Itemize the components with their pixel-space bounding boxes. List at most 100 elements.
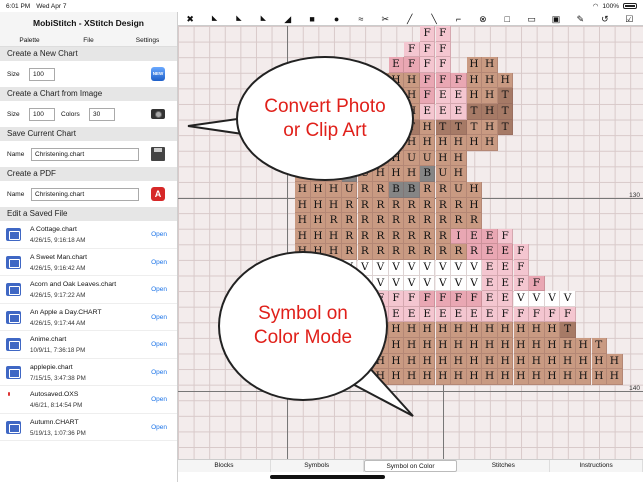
file-date: 4/6/21, 8:14:54 PM (30, 402, 83, 409)
file-name: A Cottage.chart (30, 226, 77, 233)
rotate-icon[interactable]: ↺ (593, 12, 617, 26)
save-row: Name Christening.chart (0, 141, 177, 167)
tab-file[interactable]: File (59, 34, 118, 46)
tab-settings[interactable]: Settings (118, 34, 177, 46)
tab-blocks[interactable]: Blocks (178, 460, 271, 472)
size-input[interactable]: 100 (29, 67, 55, 81)
pdf-icon[interactable]: A (151, 187, 165, 201)
chart-file-icon (6, 310, 21, 324)
file-name: applepie.chart (30, 363, 73, 371)
eyedropper-icon[interactable]: ✎ (568, 12, 592, 26)
open-file-button[interactable]: Open (151, 369, 167, 376)
floppy-disk-icon[interactable] (151, 147, 165, 161)
camera-icon[interactable] (151, 109, 165, 119)
file-list-item[interactable]: Acorn and Oak Leaves.chart 4/26/15, 9:17:… (0, 276, 177, 304)
diagonal-line-icon[interactable]: ╲ (422, 12, 446, 26)
arrow-icon[interactable]: ◣ (202, 12, 226, 26)
tab-symbols[interactable]: Symbols (271, 460, 364, 472)
battery-percent: 100% (602, 2, 619, 10)
file-list-item[interactable]: Anime.chart 10/9/11, 7:36:18 PM Open (0, 331, 177, 359)
file-list-item[interactable]: A Cottage.chart 4/26/15, 9:16:18 AM Open (0, 221, 177, 249)
new-chart-button[interactable]: NEW (151, 67, 165, 81)
chart-file-icon (6, 228, 21, 241)
symbol-mode-text: Symbol on Color Mode (253, 303, 353, 348)
eraser-icon[interactable]: ✂ (373, 12, 397, 26)
chart-file-icon (6, 283, 21, 296)
file-name: Acorn and Oak Leaves.chart (30, 281, 117, 288)
close-icon[interactable]: ✖ (178, 12, 202, 26)
image-icon[interactable]: ▣ (544, 12, 568, 26)
open-file-button[interactable]: Open (151, 259, 167, 266)
file-name: Autosaved.OXS (30, 391, 79, 398)
file-list-item[interactable]: Autumn.CHART 5/19/13, 1:07:36 PM Open (0, 414, 177, 441)
open-file-button[interactable]: Open (151, 314, 167, 321)
corner-icon[interactable]: ⌐ (446, 12, 470, 26)
tab-palette[interactable]: Palette (0, 34, 59, 46)
convert-photo-text: Convert Photo or Clip Art (264, 95, 386, 141)
chart-file-icon (6, 365, 21, 379)
check-icon[interactable]: ☑ (617, 12, 641, 26)
file-list-item[interactable]: An Apple a Day.CHART 4/26/15, 9:17:44 AM O… (0, 304, 177, 331)
arrow-icon[interactable]: ◣ (251, 12, 275, 26)
battery-icon (623, 3, 637, 9)
app-title: MobiStitch - XStitch Design (0, 12, 177, 34)
segment-control: Palette File Settings (0, 34, 177, 47)
open-file-button[interactable]: Open (151, 424, 167, 431)
stitch-chart[interactable]: 130 140 FFFFFEFFFHHHHHFFFHHHHHHFEEHHTHHH… (178, 26, 643, 459)
file-list-item[interactable]: applepie.chart 7/15/15, 3:47:38 PM Open (0, 359, 177, 386)
file-name: Anime.chart (30, 336, 67, 343)
save-header: Save Current Chart (0, 127, 177, 141)
save-name-input[interactable]: Christening.chart (31, 147, 139, 161)
arrow-icon[interactable]: ◣ (227, 12, 251, 26)
file-date: 4/26/15, 9:17:44 AM (30, 319, 86, 327)
convert-photo-bubble: Convert Photo or Clip Art (236, 56, 414, 181)
autosave-icon (8, 392, 12, 405)
file-list: A Cottage.chart 4/26/15, 9:16:18 AM Open A … (0, 221, 177, 441)
file-list-item[interactable]: Autosaved.OXS 4/6/21, 8:14:54 PM Open (0, 386, 177, 414)
tab-stitches[interactable]: Stitches (457, 460, 551, 472)
size-label: Size (7, 110, 20, 118)
line-icon[interactable]: ╱ (398, 12, 422, 26)
open-file-button[interactable]: Open (151, 231, 167, 238)
home-indicator (270, 475, 385, 479)
open-file-button[interactable]: Open (151, 341, 167, 348)
file-list-item[interactable]: A Sweet Man.chart 4/26/15, 9:16:42 AM Open (0, 249, 177, 276)
tab-symbol-on-color[interactable]: Symbol on Color (363, 460, 458, 472)
colors-input[interactable]: 30 (89, 107, 115, 121)
chart-file-icon (6, 420, 21, 434)
edit-header: Edit a Saved File (0, 207, 177, 221)
status-right: ◠ 100% (593, 2, 637, 10)
colors-label: Colors (61, 110, 80, 118)
chart-file-icon (6, 255, 21, 269)
file-date: 4/26/15, 9:16:18 AM (30, 237, 86, 244)
chart-file-icon (6, 338, 21, 351)
pdf-header: Create a PDF (0, 167, 177, 181)
tab-instructions[interactable]: Instructions (550, 460, 643, 472)
create-image-header: Create a Chart from Image (0, 87, 177, 101)
image-size-input[interactable]: 100 (29, 107, 55, 121)
mode-tabs: Blocks Symbols Symbol on Color Stitches Inst… (178, 459, 643, 472)
file-date: 10/9/11, 7:36:18 PM (30, 347, 86, 354)
toolbar: ✖ ◣ ◣ ◣ ◢ ■ ● ≈ ✂ ╱ ╲ ⌐ ⊗ □ ▭ ▣ ✎ ↺ ☑ (178, 12, 643, 26)
circle-icon[interactable]: ● (324, 12, 348, 26)
file-date: 4/26/15, 9:16:42 AM (30, 264, 86, 272)
name-label: Name (7, 150, 25, 158)
square-icon[interactable]: ■ (300, 12, 324, 26)
open-file-button[interactable]: Open (151, 286, 167, 293)
file-name: A Sweet Man.chart (30, 253, 88, 261)
status-bar: 6:01 PM Wed Apr 7 ◠ 100% (0, 0, 643, 12)
stop-icon[interactable]: ⊗ (471, 12, 495, 26)
pdf-name-input[interactable]: Christening.chart (31, 187, 139, 201)
open-file-button[interactable]: Open (151, 396, 167, 403)
file-date: 7/15/15, 3:47:38 PM (30, 374, 86, 382)
create-image-row: Size 100 Colors 30 (0, 101, 177, 127)
status-date: Wed Apr 7 (36, 2, 67, 10)
select-rect-icon[interactable]: □ (495, 12, 519, 26)
select-icon[interactable]: ▭ (519, 12, 543, 26)
file-date: 5/19/13, 1:07:36 PM (30, 429, 86, 437)
create-new-header: Create a New Chart (0, 47, 177, 61)
sidebar: MobiStitch - XStitch Design Palette File… (0, 12, 178, 482)
fill-icon[interactable]: ≈ (349, 12, 373, 26)
half-square-icon[interactable]: ◢ (276, 12, 300, 26)
pdf-row: Name Christening.chart A (0, 181, 177, 207)
